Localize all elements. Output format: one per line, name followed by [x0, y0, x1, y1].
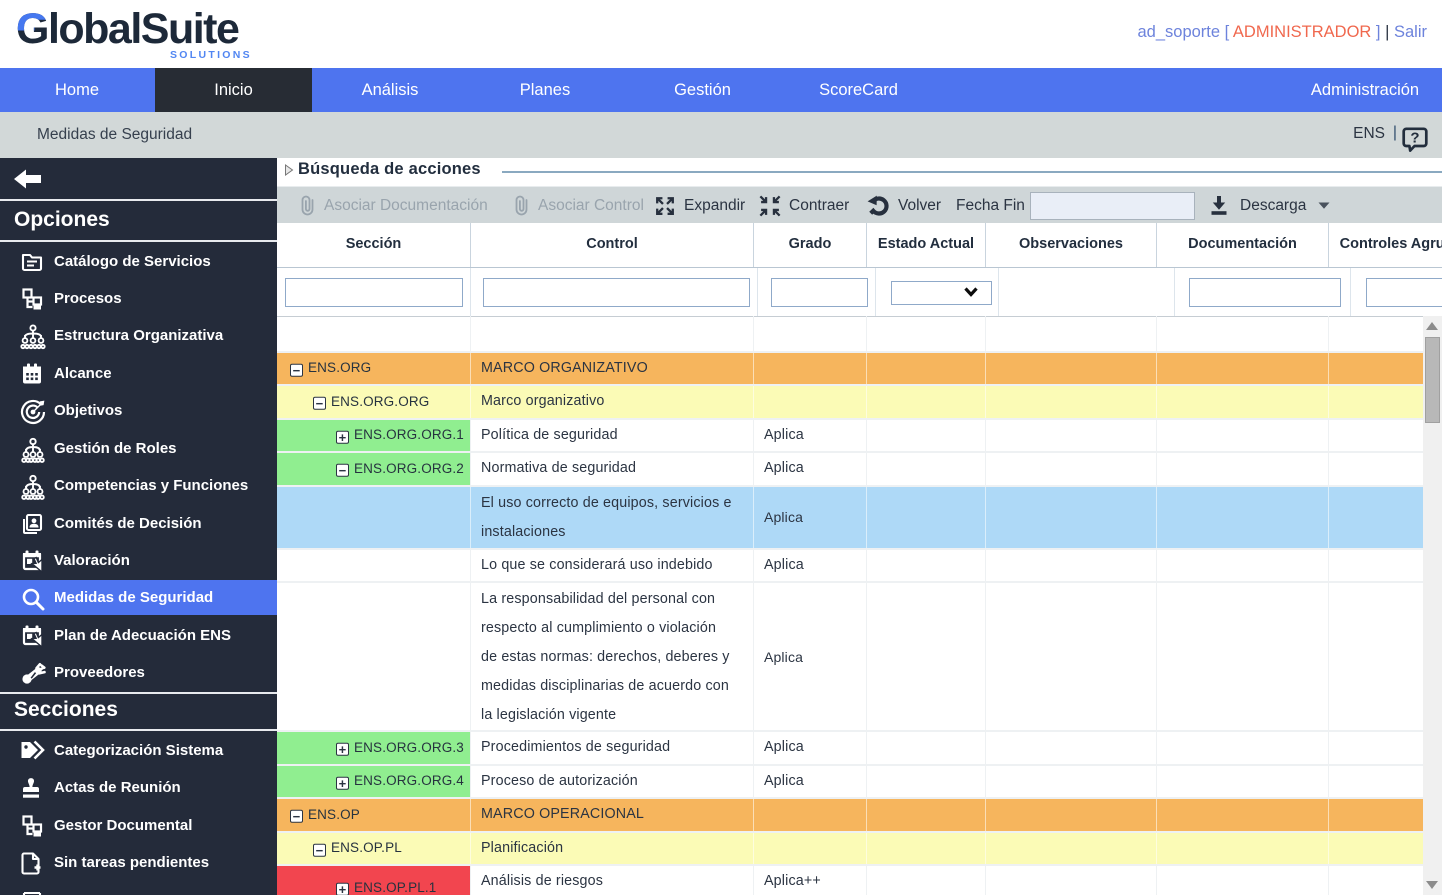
svg-text:?: ? [1410, 130, 1419, 147]
